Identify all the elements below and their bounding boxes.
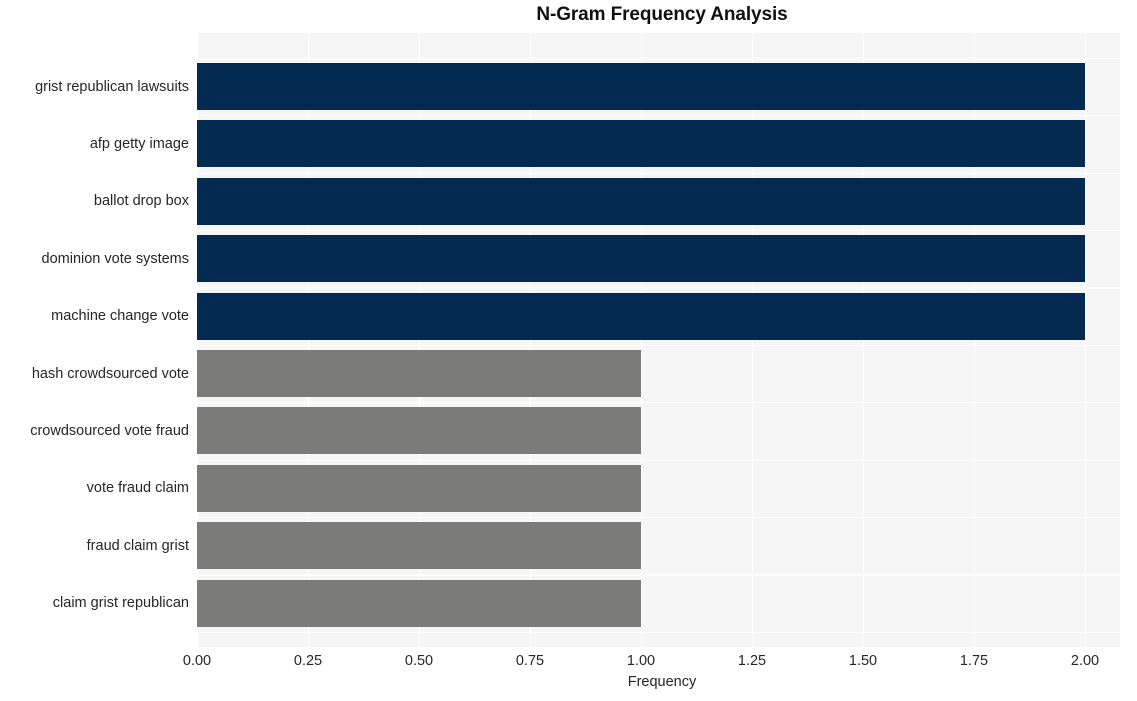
y-tick-label: grist republican lawsuits <box>35 78 189 95</box>
y-gridline <box>197 57 1120 60</box>
y-tick-label: claim grist republican <box>52 595 189 612</box>
x-tick-label: 1.50 <box>848 653 878 669</box>
chart-figure: N-Gram Frequency Analysis grist republic… <box>0 0 1137 701</box>
y-gridline <box>197 172 1120 174</box>
y-gridline <box>197 517 1120 519</box>
bar <box>197 63 1085 110</box>
bar <box>197 120 1085 168</box>
y-tick-label: afp getty image <box>89 135 189 152</box>
y-gridline <box>197 230 1120 232</box>
y-tick-label: hash crowdsourced vote <box>31 365 189 382</box>
y-tick-label: ballot drop box <box>93 193 189 210</box>
x-tick-label: 1.25 <box>737 653 767 669</box>
bar <box>197 579 641 627</box>
bar <box>197 235 1085 283</box>
y-gridline <box>197 574 1120 576</box>
y-tick-label: crowdsourced vote fraud <box>30 422 189 439</box>
x-tick-label: 0.25 <box>293 653 323 669</box>
x-axis-tick-labels: 0.00 0.25 0.50 0.75 1.00 1.25 1.50 1.75 2.00 <box>0 652 1137 676</box>
x-tick-label: 1.75 <box>959 653 989 669</box>
y-tick-label: fraud claim grist <box>86 537 189 554</box>
x-tick-label: 0.50 <box>404 653 434 669</box>
x-tick-label: 0.75 <box>515 653 545 669</box>
y-gridline <box>197 402 1120 404</box>
bar <box>197 292 1085 340</box>
x-gridline <box>1085 33 1087 647</box>
plot-area <box>197 33 1120 647</box>
y-tick-label: dominion vote systems <box>41 250 189 267</box>
x-axis-label: Frequency <box>627 674 697 690</box>
bar <box>197 522 641 570</box>
bar <box>197 177 1085 225</box>
bar <box>197 464 641 512</box>
bar <box>197 407 641 455</box>
y-gridline <box>197 631 1120 634</box>
y-tick-label: machine change vote <box>51 308 189 325</box>
y-gridline <box>197 115 1120 117</box>
x-tick-label: 1.00 <box>626 653 656 669</box>
y-gridline <box>197 287 1120 289</box>
y-gridline <box>197 344 1120 347</box>
y-gridline <box>197 459 1120 461</box>
y-axis-tick-labels: grist republican lawsuits afp getty image… <box>0 0 189 701</box>
x-tick-label: 0.00 <box>182 653 212 669</box>
page-title: N-Gram Frequency Analysis <box>536 4 788 25</box>
y-tick-label: vote fraud claim <box>86 480 189 497</box>
x-tick-label: 2.00 <box>1070 653 1100 669</box>
bar <box>197 350 641 397</box>
